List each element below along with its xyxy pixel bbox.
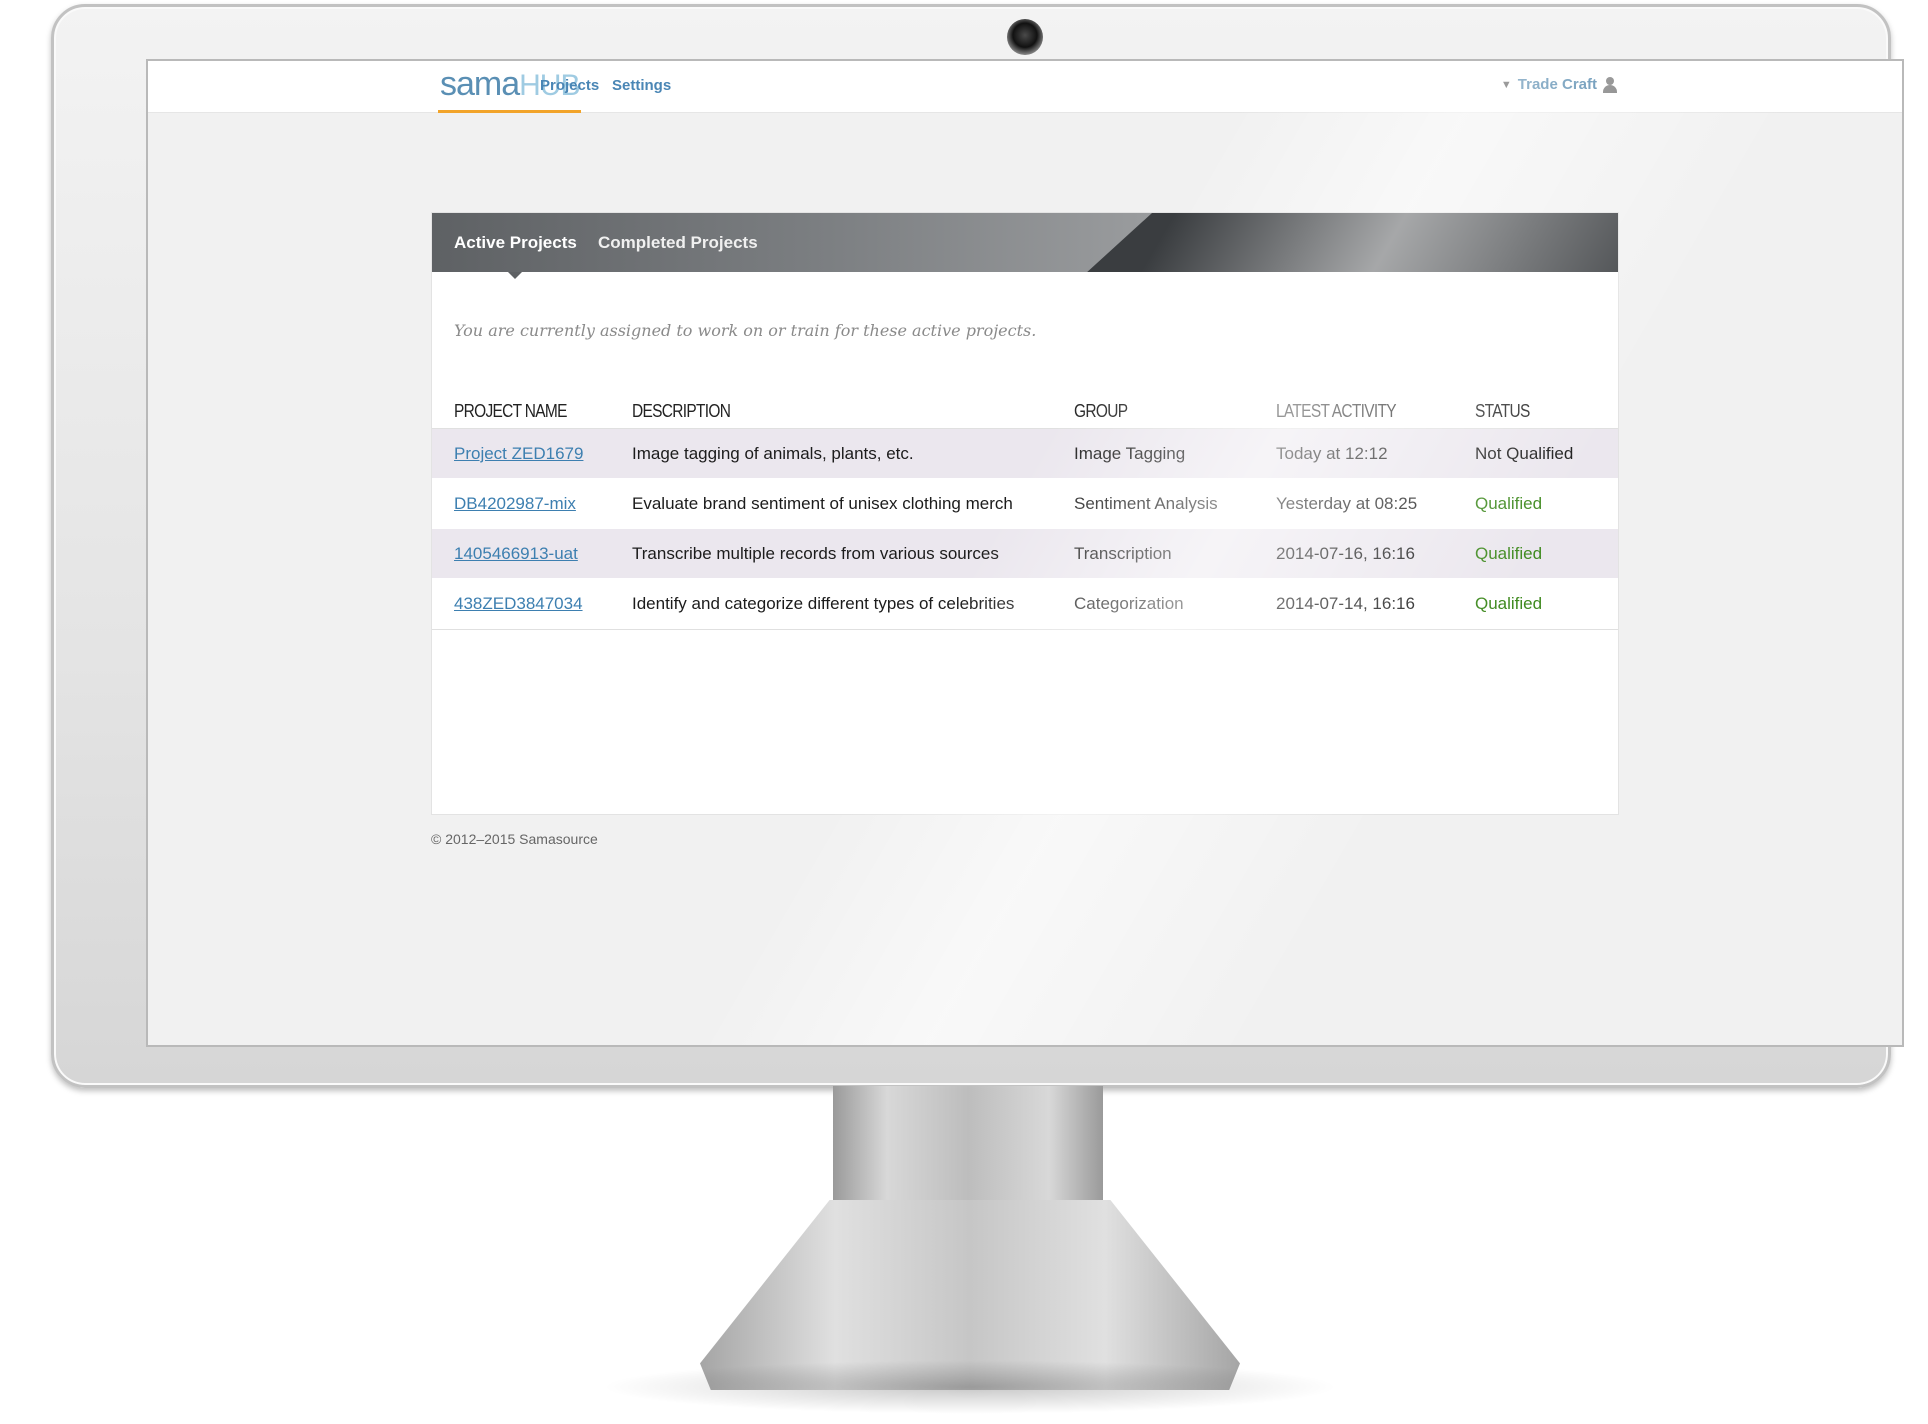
nav-projects-link[interactable]: Projects bbox=[540, 77, 599, 94]
user-name: Trade Craft bbox=[1517, 76, 1597, 93]
header-latest-activity: LATEST ACTIVITY bbox=[1276, 401, 1397, 421]
header-status: STATUS bbox=[1475, 401, 1530, 421]
project-description: Image tagging of animals, plants, etc. bbox=[632, 444, 914, 463]
header-project-name: PROJECT NAME bbox=[454, 401, 567, 421]
project-description: Transcribe multiple records from various… bbox=[632, 544, 999, 563]
user-icon bbox=[1603, 76, 1617, 93]
project-description: Identify and categorize different types … bbox=[632, 594, 1015, 613]
header-description: DESCRIPTION bbox=[632, 401, 731, 421]
header-group: GROUP bbox=[1074, 401, 1128, 421]
table-header: PROJECT NAME DESCRIPTION GROUP LATEST AC… bbox=[432, 391, 1618, 429]
project-status: Qualified bbox=[1475, 544, 1543, 563]
active-tab-pointer-icon bbox=[508, 272, 522, 279]
project-name-link[interactable]: Project ZED1679 bbox=[454, 444, 583, 464]
table-row: 438ZED3847034 Identify and categorize di… bbox=[432, 579, 1618, 629]
tab-bar: Active Projects Completed Projects bbox=[432, 213, 1618, 272]
intro-text: You are currently assigned to work on or… bbox=[454, 321, 1037, 340]
project-description: Evaluate brand sentiment of unisex cloth… bbox=[632, 494, 1013, 513]
footer-copyright: © 2012–2015 Samasource bbox=[431, 831, 598, 847]
project-group: Sentiment Analysis bbox=[1074, 494, 1218, 513]
logo-text-sama: sama bbox=[440, 65, 520, 103]
camera-icon bbox=[1007, 19, 1043, 55]
screen: samaHUB Projects Settings ▼ Trade Craft … bbox=[146, 59, 1904, 1047]
project-name-link[interactable]: DB4202987-mix bbox=[454, 494, 576, 514]
top-navbar: samaHUB Projects Settings ▼ Trade Craft bbox=[148, 61, 1902, 113]
monitor-stand-neck bbox=[833, 1086, 1103, 1206]
project-status: Qualified bbox=[1475, 494, 1543, 513]
tab-completed-projects[interactable]: Completed Projects bbox=[598, 233, 758, 253]
monitor-frame: samaHUB Projects Settings ▼ Trade Craft … bbox=[51, 4, 1904, 1088]
project-status: Not Qualified bbox=[1475, 444, 1574, 463]
projects-panel: Active Projects Completed Projects You a… bbox=[431, 212, 1619, 815]
monitor-shadow bbox=[600, 1360, 1340, 1414]
table-row: 1405466913-uat Transcribe multiple recor… bbox=[432, 529, 1618, 579]
tab-active-projects[interactable]: Active Projects bbox=[454, 233, 577, 253]
project-latest-activity: Today at 12:12 bbox=[1276, 444, 1388, 463]
project-status: Qualified bbox=[1475, 594, 1543, 613]
project-group: Transcription bbox=[1074, 544, 1172, 563]
project-latest-activity: Yesterday at 08:25 bbox=[1276, 494, 1418, 513]
project-latest-activity: 2014-07-14, 16:16 bbox=[1276, 594, 1415, 613]
caret-down-icon: ▼ bbox=[1500, 78, 1512, 91]
nav-settings-link[interactable]: Settings bbox=[612, 77, 671, 94]
project-name-link[interactable]: 438ZED3847034 bbox=[454, 594, 583, 614]
table-row: Project ZED1679 Image tagging of animals… bbox=[432, 429, 1618, 479]
project-group: Image Tagging bbox=[1074, 444, 1186, 463]
user-menu[interactable]: ▼ Trade Craft bbox=[1501, 76, 1617, 93]
project-group: Categorization bbox=[1074, 594, 1184, 613]
projects-table: PROJECT NAME DESCRIPTION GROUP LATEST AC… bbox=[432, 391, 1618, 630]
table-divider bbox=[432, 629, 1618, 630]
table-row: DB4202987-mix Evaluate brand sentiment o… bbox=[432, 479, 1618, 529]
project-latest-activity: 2014-07-16, 16:16 bbox=[1276, 544, 1415, 563]
project-name-link[interactable]: 1405466913-uat bbox=[454, 544, 578, 564]
